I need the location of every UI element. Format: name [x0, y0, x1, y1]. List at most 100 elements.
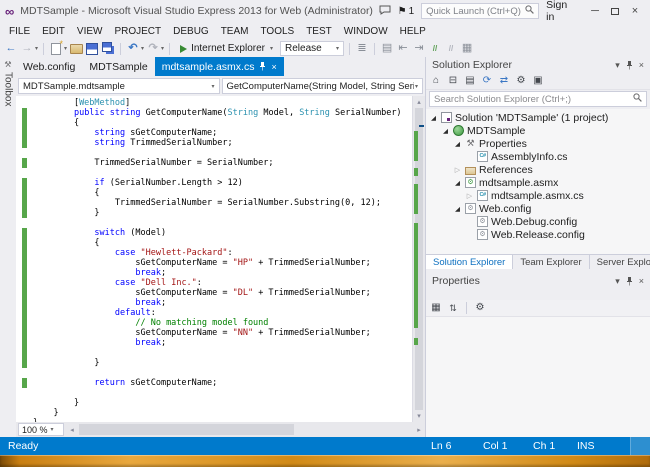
property-pages-icon[interactable]	[473, 302, 487, 315]
find-in-files-icon[interactable]	[380, 42, 394, 56]
editor-vertical-scrollbar[interactable]: ▴ ▾	[412, 96, 425, 422]
close-icon[interactable]: ×	[271, 62, 276, 72]
open-file-icon[interactable]	[69, 42, 83, 56]
doc-tab-mdtsample-asmx-cs[interactable]: mdtsample.asmx.cs×	[155, 57, 284, 76]
categorized-icon[interactable]	[429, 302, 443, 315]
solution-search-input[interactable]	[434, 94, 633, 105]
code-line: case "Dell Inc.":	[33, 278, 412, 288]
zoom-select[interactable]: 100 % ▾	[18, 423, 64, 436]
expand-open-icon[interactable]: ◢	[453, 205, 462, 213]
scroll-left-icon[interactable]: ◂	[66, 422, 78, 437]
navigate-forward-icon[interactable]: ▾	[20, 42, 38, 56]
display-options-icon[interactable]	[460, 42, 474, 56]
member-dropdown[interactable]: GetComputerName(String Model, String Ser…	[222, 78, 424, 94]
close-button[interactable]: ×	[625, 2, 645, 20]
chevron-down-icon[interactable]: ▾	[615, 60, 620, 71]
tree-item-mdtsample-asmx-cs[interactable]: ▷mdtsample.asmx.cs	[426, 189, 650, 202]
solution-search-box[interactable]	[429, 91, 647, 107]
tree-item-solution-mdtsample-1-project[interactable]: ◢Solution 'MDTSample' (1 project)	[426, 111, 650, 124]
tree-item-properties[interactable]: ◢Properties	[426, 137, 650, 150]
save-all-icon[interactable]	[101, 42, 115, 56]
menu-item-team[interactable]: TEAM	[215, 24, 255, 39]
scroll-down-icon[interactable]: ▾	[413, 410, 425, 422]
code-content[interactable]: [WebMethod] public string GetComputerNam…	[30, 96, 412, 422]
scroll-up-icon[interactable]: ▴	[413, 96, 425, 108]
code-token: :	[151, 308, 156, 318]
code-line: default:	[33, 308, 412, 318]
minimize-button[interactable]: ─	[585, 2, 605, 20]
expand-open-icon[interactable]: ◢	[429, 114, 438, 122]
decrease-indent-icon[interactable]	[396, 42, 410, 56]
doc-tab-mdtsample[interactable]: MDTSample	[82, 57, 154, 76]
close-icon[interactable]: ×	[639, 60, 644, 70]
tree-item-assemblyinfo-cs[interactable]: AssemblyInfo.cs	[426, 150, 650, 163]
find-in-files-glyph	[380, 42, 394, 56]
expand-open-icon[interactable]: ◢	[453, 140, 462, 148]
toolbox-tab[interactable]: ⚒ Toolbox	[0, 57, 16, 437]
type-dropdown[interactable]: MDTSample.mdtsample ▾	[18, 78, 220, 94]
increase-indent-icon[interactable]	[412, 42, 426, 56]
editor-horizontal-scrollbar[interactable]: ◂ ▸	[66, 422, 425, 437]
feedback-icon[interactable]	[379, 5, 391, 18]
menu-item-window[interactable]: WINDOW	[338, 24, 394, 39]
quick-launch-input[interactable]	[426, 6, 525, 17]
menu-item-file[interactable]: FILE	[3, 24, 36, 39]
alphabetical-icon[interactable]	[446, 302, 460, 315]
notifications-button[interactable]: ⚑ 1	[398, 6, 415, 17]
titlebar[interactable]: ∞ MDTSample - Microsoft Visual Studio Ex…	[0, 0, 650, 22]
solution-config-select[interactable]: Release ▾	[280, 41, 344, 56]
solution-explorer-toolbar	[426, 73, 650, 90]
expand-closed-icon[interactable]: ▷	[465, 192, 474, 200]
code-editor[interactable]: [WebMethod] public string GetComputerNam…	[16, 96, 425, 422]
expand-closed-icon[interactable]: ▷	[453, 166, 462, 174]
tree-item-mdtsample[interactable]: ◢MDTSample	[426, 124, 650, 137]
home-icon[interactable]	[429, 75, 443, 88]
menu-item-project[interactable]: PROJECT	[108, 24, 167, 39]
sync-with-active-document-icon[interactable]	[497, 75, 511, 88]
maximize-button[interactable]	[605, 2, 625, 20]
tree-item-web-release-config[interactable]: Web.Release.config	[426, 228, 650, 241]
comment-selection-icon[interactable]	[428, 42, 442, 56]
tree-item-mdtsample-asmx[interactable]: ◢mdtsample.asmx	[426, 176, 650, 189]
navigate-back-icon[interactable]	[4, 42, 18, 56]
expand-open-icon[interactable]: ◢	[441, 127, 450, 135]
menu-item-debug[interactable]: DEBUG	[167, 24, 215, 39]
solution-explorer-titlebar[interactable]: Solution Explorer ▾ ×	[426, 57, 650, 73]
menu-item-tools[interactable]: TOOLS	[254, 24, 300, 39]
expand-open-icon[interactable]: ◢	[453, 179, 462, 187]
scrollbar-thumb[interactable]	[79, 424, 294, 435]
collapse-all-icon[interactable]	[446, 75, 460, 88]
properties-icon[interactable]	[514, 75, 528, 88]
menu-item-view[interactable]: VIEW	[71, 24, 109, 39]
properties-titlebar[interactable]: Properties ▾ ×	[426, 273, 650, 289]
pin-icon[interactable]	[626, 277, 633, 286]
start-debug-button[interactable]: Internet Explorer ▾	[175, 43, 278, 54]
quick-launch-box[interactable]	[421, 3, 539, 19]
close-icon[interactable]: ×	[639, 276, 644, 286]
refresh-icon[interactable]	[480, 75, 494, 88]
resize-grip[interactable]	[630, 437, 650, 455]
panel-tab-team-explorer[interactable]: Team Explorer	[513, 255, 589, 269]
pin-icon[interactable]	[626, 61, 633, 70]
new-file-icon[interactable]: ▾	[49, 42, 67, 56]
panel-tab-server-explorer[interactable]: Server Explorer	[590, 255, 650, 269]
scroll-right-icon[interactable]: ▸	[413, 422, 425, 437]
show-all-files-icon[interactable]	[463, 75, 477, 88]
menu-item-help[interactable]: HELP	[394, 24, 432, 39]
menu-item-test[interactable]: TEST	[300, 24, 338, 39]
uncomment-selection-icon[interactable]	[444, 42, 458, 56]
doc-tab-web-config[interactable]: Web.config	[16, 57, 82, 76]
redo-icon[interactable]: ▾	[146, 42, 164, 56]
menu-item-edit[interactable]: EDIT	[36, 24, 71, 39]
chevron-down-icon[interactable]: ▾	[615, 276, 620, 287]
preview-icon[interactable]	[531, 75, 545, 88]
sign-in-link[interactable]: Sign in	[546, 0, 578, 23]
attach-to-process-icon[interactable]	[355, 42, 369, 56]
tree-item-web-config[interactable]: ◢Web.config	[426, 202, 650, 215]
tree-item-web-debug-config[interactable]: Web.Debug.config	[426, 215, 650, 228]
undo-icon[interactable]: ▾	[126, 42, 144, 56]
tree-item-references[interactable]: ▷References	[426, 163, 650, 176]
save-icon[interactable]	[85, 42, 99, 56]
pin-icon[interactable]	[259, 62, 266, 71]
panel-tab-solution-explorer[interactable]: Solution Explorer	[426, 255, 513, 269]
